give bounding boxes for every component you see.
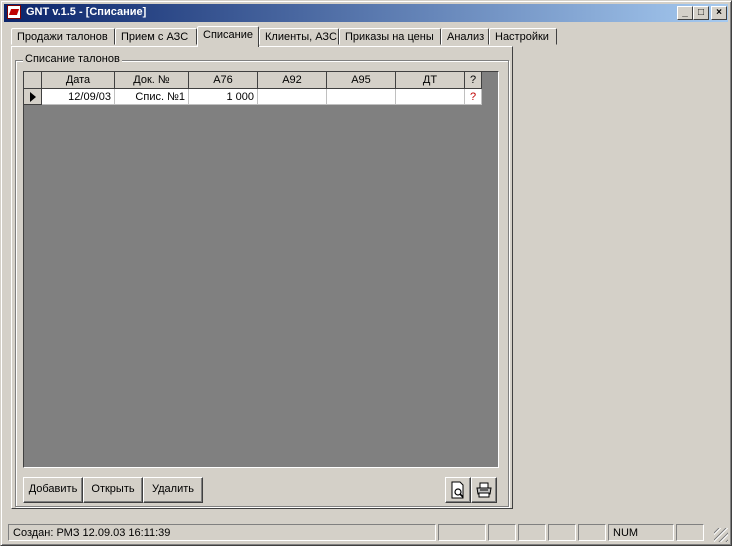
window-title: GNT v.1.5 - [Списание]: [26, 6, 147, 18]
cell-dt[interactable]: [396, 89, 465, 105]
status-bar: Создан: РМЗ 12.09.03 16:11:39 NUM: [4, 522, 728, 542]
row-indicator-icon: [24, 89, 42, 105]
writeoff-grid[interactable]: Дата Док. № A76 A92 A95 ДТ ? 12/09/03 Сп…: [23, 71, 499, 468]
tab-sales[interactable]: Продажи талонов: [11, 28, 115, 45]
group-caption: Списание талонов: [23, 53, 122, 65]
add-button[interactable]: Добавить: [23, 477, 83, 503]
status-panel-3: [488, 524, 516, 541]
tab-writeoff[interactable]: Списание: [197, 26, 259, 47]
cell-a92[interactable]: [258, 89, 327, 105]
column-header-a76[interactable]: A76: [189, 72, 258, 89]
column-header-a92[interactable]: A92: [258, 72, 327, 89]
cell-a95[interactable]: [327, 89, 396, 105]
close-button[interactable]: ×: [711, 6, 727, 20]
tab-settings[interactable]: Настройки: [489, 28, 557, 45]
cell-a76[interactable]: 1 000: [189, 89, 258, 105]
column-header-doc[interactable]: Док. №: [115, 72, 189, 89]
status-num: NUM: [608, 524, 674, 541]
main-window: GNT v.1.5 - [Списание] _ □ × Продажи тал…: [0, 0, 732, 546]
title-bar[interactable]: GNT v.1.5 - [Списание] _ □ ×: [4, 4, 728, 22]
cell-flag[interactable]: ?: [465, 89, 482, 105]
status-panel-8: [676, 524, 704, 541]
tab-analysis[interactable]: Анализ: [441, 28, 489, 45]
column-header-flag[interactable]: ?: [465, 72, 482, 89]
cell-date[interactable]: 12/09/03: [42, 89, 115, 105]
status-panel-6: [578, 524, 606, 541]
minimize-button[interactable]: _: [677, 6, 693, 20]
tab-clients[interactable]: Клиенты, АЗС: [259, 28, 339, 45]
cell-doc[interactable]: Спис. №1: [115, 89, 189, 105]
open-button[interactable]: Открыть: [83, 477, 143, 503]
printer-icon: [476, 482, 492, 498]
status-created: Создан: РМЗ 12.09.03 16:11:39: [8, 524, 436, 541]
print-button[interactable]: [471, 477, 497, 503]
tab-price-orders[interactable]: Приказы на цены: [339, 28, 441, 45]
column-header-a95[interactable]: A95: [327, 72, 396, 89]
tab-receipt[interactable]: Прием с АЗС: [115, 28, 197, 45]
delete-button[interactable]: Удалить: [143, 477, 203, 503]
indicator-header: [24, 72, 42, 89]
maximize-button[interactable]: □: [693, 6, 709, 20]
status-panel-4: [518, 524, 546, 541]
status-panel-2: [438, 524, 486, 541]
app-icon: [7, 5, 21, 19]
resize-grip[interactable]: [714, 528, 728, 542]
status-panel-5: [548, 524, 576, 541]
print-preview-icon: [451, 481, 464, 499]
print-preview-button[interactable]: [445, 477, 471, 503]
column-header-date[interactable]: Дата: [42, 72, 115, 89]
column-header-dt[interactable]: ДТ: [396, 72, 465, 89]
